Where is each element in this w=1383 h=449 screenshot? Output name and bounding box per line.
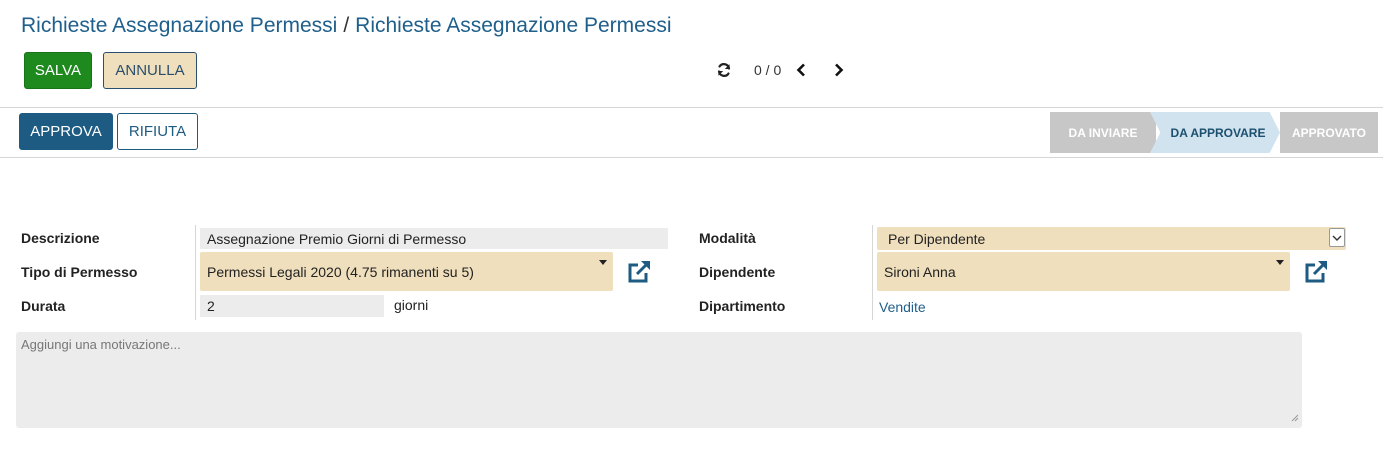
breadcrumb-separator: / — [343, 14, 350, 37]
duration-value: 2 — [207, 298, 215, 314]
reason-textarea[interactable]: Aggiungi una motivazione... — [16, 332, 1302, 428]
duration-unit: giorni — [394, 297, 429, 313]
save-button[interactable]: SALVA — [24, 52, 92, 89]
mode-label: Modalità — [699, 230, 756, 246]
pager: 0 / 0 — [716, 62, 845, 78]
discard-button[interactable]: ANNULLA — [103, 52, 197, 89]
duration-label: Durata — [21, 298, 66, 314]
chevron-left-icon[interactable] — [795, 63, 807, 77]
refresh-icon[interactable] — [716, 62, 732, 78]
status-stage-to-approve[interactable]: DA APPROVARE — [1150, 112, 1280, 153]
description-field[interactable]: Assegnazione Premio Giorni di Permesso — [200, 228, 668, 249]
approve-button[interactable]: APPROVA — [19, 113, 113, 150]
department-link[interactable]: Vendite — [879, 299, 926, 315]
caret-down-icon — [1276, 260, 1284, 265]
left-column-divider — [195, 225, 196, 320]
reason-placeholder: Aggiungi una motivazione... — [21, 337, 181, 352]
statusbar-divider — [0, 157, 1383, 158]
status-stage-draft[interactable]: DA INVIARE — [1050, 112, 1156, 153]
description-value: Assegnazione Premio Giorni di Permesso — [207, 230, 467, 247]
status-stage-approved[interactable]: APPROVATO — [1280, 112, 1378, 153]
resize-handle-icon[interactable] — [1291, 410, 1299, 425]
leave-type-label: Tipo di Permesso — [21, 264, 138, 280]
external-link-icon[interactable] — [627, 260, 653, 289]
chevron-right-icon[interactable] — [833, 63, 845, 77]
mode-value: Per Dipendente — [888, 230, 986, 247]
pager-value[interactable]: 0 / 0 — [754, 62, 781, 78]
status-bar: DA INVIARE DA APPROVARE APPROVATO — [1050, 112, 1378, 153]
leave-type-select[interactable]: Permessi Legali 2020 (4.75 rimanenti su … — [200, 252, 613, 291]
mode-select[interactable]: Per Dipendente — [877, 227, 1346, 250]
duration-input[interactable]: 2 — [200, 295, 384, 317]
caret-down-icon — [599, 260, 607, 265]
chevron-down-icon[interactable] — [1329, 228, 1345, 247]
breadcrumb-parent-link[interactable]: Richieste Assegnazione Permessi — [21, 14, 337, 37]
breadcrumb: Richieste Assegnazione Permessi / Richiest… — [21, 14, 672, 38]
employee-label: Dipendente — [699, 264, 776, 280]
employee-select[interactable]: Sironi Anna — [877, 252, 1290, 291]
right-column-divider — [872, 225, 873, 320]
refuse-button[interactable]: RIFIUTA — [117, 113, 198, 150]
description-label: Descrizione — [21, 230, 100, 246]
page-title: Richieste Assegnazione Permessi — [355, 14, 672, 37]
header-divider — [0, 107, 1383, 108]
employee-value: Sironi Anna — [884, 263, 956, 280]
department-label: Dipartimento — [699, 298, 786, 314]
external-link-icon[interactable] — [1304, 260, 1330, 289]
leave-type-value: Permessi Legali 2020 (4.75 rimanenti su … — [207, 263, 474, 280]
